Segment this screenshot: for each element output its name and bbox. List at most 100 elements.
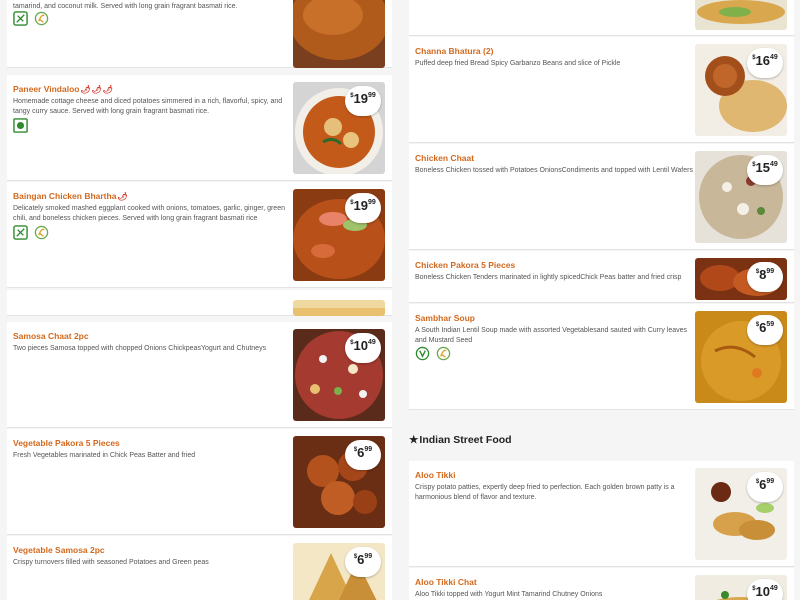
item-description: A South Indian Lentil Soup made with ass… xyxy=(415,327,688,344)
price-badge: $19 99 xyxy=(345,193,381,223)
item-title[interactable]: Baingan Chicken Bhartha🌶 xyxy=(13,191,128,201)
chili-icon: 🌶 xyxy=(80,85,91,94)
item-description: Crispy potato patties, expertly deep fri… xyxy=(415,484,675,501)
price-cents: 49 xyxy=(770,54,778,61)
menu-item-card[interactable]: Baingan Chicken Bhartha🌶 Delicately smok… xyxy=(7,182,392,288)
menu-item-card[interactable]: Aloo Tikki Chat Aloo Tikki topped with Y… xyxy=(409,568,794,600)
price-cents: 99 xyxy=(368,92,376,99)
item-description: Homemade cottage cheese and diced potato… xyxy=(13,98,283,115)
item-photo[interactable]: $8 99 xyxy=(695,258,787,300)
item-photo[interactable] xyxy=(293,0,385,68)
menu-item-card[interactable] xyxy=(7,290,392,316)
chili-icon: 🌶 xyxy=(102,85,113,94)
menu-item-card[interactable] xyxy=(409,0,794,36)
dairy-free-icon xyxy=(34,11,49,26)
item-photo[interactable]: $6 99 xyxy=(695,468,787,560)
menu-item-card[interactable]: Chicken Pakora 5 Pieces Boneless Chicken… xyxy=(409,251,794,303)
price-badge: $6 99 xyxy=(747,472,783,502)
item-photo[interactable]: $6 99 xyxy=(293,543,385,600)
price-dollars: 6 xyxy=(357,552,365,567)
dietary-badges xyxy=(13,118,28,133)
item-title[interactable]: Aloo Tikki Chat xyxy=(415,577,477,587)
menu-item-card[interactable]: Channa Bhatura (2) Puffed deep fried Bre… xyxy=(409,37,794,143)
menu-item-card[interactable]: Sambhar Soup A South Indian Lentil Soup … xyxy=(409,304,794,410)
item-title-text[interactable]: Paneer Vindaloo xyxy=(13,84,79,94)
menu-column-left: tamarind, and coconut milk. Served with … xyxy=(0,0,397,600)
item-title[interactable]: Chicken Pakora 5 Pieces xyxy=(415,260,515,270)
menu-item-card[interactable]: Chicken Chaat Boneless Chicken tossed wi… xyxy=(409,144,794,250)
gluten-free-icon xyxy=(13,11,28,26)
item-photo[interactable]: $19 99 xyxy=(293,189,385,281)
item-title[interactable]: Aloo Tikki xyxy=(415,470,455,480)
item-photo[interactable]: $16 49 xyxy=(695,44,787,136)
item-description: Two pieces Samosa topped with chopped On… xyxy=(13,345,267,352)
item-description: Boneless Chicken Tenders marinated in li… xyxy=(415,274,682,281)
item-title[interactable]: Vegetable Samosa 2pc xyxy=(13,545,105,555)
price-dollars: 6 xyxy=(759,320,767,335)
item-title[interactable]: Samosa Chaat 2pc xyxy=(13,331,89,341)
price-cents: 49 xyxy=(770,585,778,592)
item-photo[interactable]: $10 49 xyxy=(293,329,385,421)
price-badge: $6 99 xyxy=(345,440,381,470)
item-description: Fresh Vegetables marinated in Chick Peas… xyxy=(13,452,196,459)
item-photo[interactable]: $6 99 xyxy=(293,436,385,528)
item-description: Puffed deep fried Bread Spicy Garbanzo B… xyxy=(415,60,621,67)
menu-item-card[interactable]: Aloo Tikki Crispy potato patties, expert… xyxy=(409,461,794,567)
price-dollars: 6 xyxy=(759,477,767,492)
item-photo[interactable]: $15 49 xyxy=(695,151,787,243)
item-photo[interactable]: $6 59 xyxy=(695,311,787,403)
price-badge: $10 49 xyxy=(345,333,381,363)
dairy-free-icon xyxy=(436,346,451,361)
dietary-badges xyxy=(415,346,451,361)
vegetarian-icon xyxy=(13,118,28,133)
price-badge: $6 99 xyxy=(345,547,381,577)
item-description: Delicately smoked mashed eggplant cooked… xyxy=(13,205,285,222)
price-badge: $8 99 xyxy=(747,262,783,292)
menu-item-card[interactable]: Paneer Vindaloo🌶🌶🌶 Homemade cottage chee… xyxy=(7,75,392,181)
price-cents: 99 xyxy=(766,268,775,275)
menu-item-card[interactable]: Vegetable Samosa 2pc Crispy turnovers fi… xyxy=(7,536,392,600)
price-dollars: 16 xyxy=(755,53,770,68)
star-icon: ★ xyxy=(409,434,419,446)
item-title[interactable]: Vegetable Pakora 5 Pieces xyxy=(13,438,120,448)
item-description: Aloo Tikki topped with Yogurt Mint Tamar… xyxy=(415,591,603,598)
item-photo[interactable]: $10 49 xyxy=(695,575,787,600)
curry-photo-icon xyxy=(293,0,385,68)
dairy-free-icon xyxy=(34,225,49,240)
price-badge: $19 99 xyxy=(345,86,381,116)
price-badge: $10 49 xyxy=(747,579,783,600)
menu-column-right: Channa Bhatura (2) Puffed deep fried Bre… xyxy=(403,0,800,600)
snack-photo-icon xyxy=(293,300,385,316)
menu-page: tamarind, and coconut milk. Served with … xyxy=(0,0,800,600)
item-photo[interactable] xyxy=(695,0,787,30)
dietary-badges xyxy=(13,11,49,26)
price-cents: 49 xyxy=(368,339,376,346)
item-title-text[interactable]: Baingan Chicken Bhartha xyxy=(13,191,116,201)
price-cents: 99 xyxy=(368,199,376,206)
price-dollars: 10 xyxy=(755,584,770,599)
price-dollars: 8 xyxy=(759,267,767,282)
price-dollars: 10 xyxy=(353,338,368,353)
section-title: ★Indian Street Food xyxy=(409,434,512,446)
dietary-badges xyxy=(13,225,49,240)
item-description: Crispy turnovers filled with seasoned Po… xyxy=(13,559,209,566)
gluten-free-icon xyxy=(13,225,28,240)
price-badge: $15 49 xyxy=(747,155,783,185)
item-title[interactable]: Chicken Chaat xyxy=(415,153,474,163)
menu-item-card[interactable]: Samosa Chaat 2pc Two pieces Samosa toppe… xyxy=(7,322,392,428)
item-title[interactable]: Channa Bhatura (2) xyxy=(415,46,493,56)
price-cents: 99 xyxy=(766,478,775,485)
item-title[interactable]: Paneer Vindaloo🌶🌶🌶 xyxy=(13,84,113,94)
price-badge: $16 49 xyxy=(747,48,783,78)
menu-item-card[interactable]: Vegetable Pakora 5 Pieces Fresh Vegetabl… xyxy=(7,429,392,535)
price-cents: 99 xyxy=(364,553,373,560)
item-photo[interactable] xyxy=(293,300,385,316)
vegan-icon xyxy=(415,346,430,361)
price-dollars: 19 xyxy=(353,91,368,106)
price-cents: 99 xyxy=(364,446,373,453)
item-title[interactable]: Sambhar Soup xyxy=(415,313,475,323)
item-photo[interactable]: $19 99 xyxy=(293,82,385,174)
chili-icon: 🌶 xyxy=(91,85,102,94)
menu-item-card[interactable]: tamarind, and coconut milk. Served with … xyxy=(7,0,392,68)
price-dollars: 19 xyxy=(353,198,368,213)
